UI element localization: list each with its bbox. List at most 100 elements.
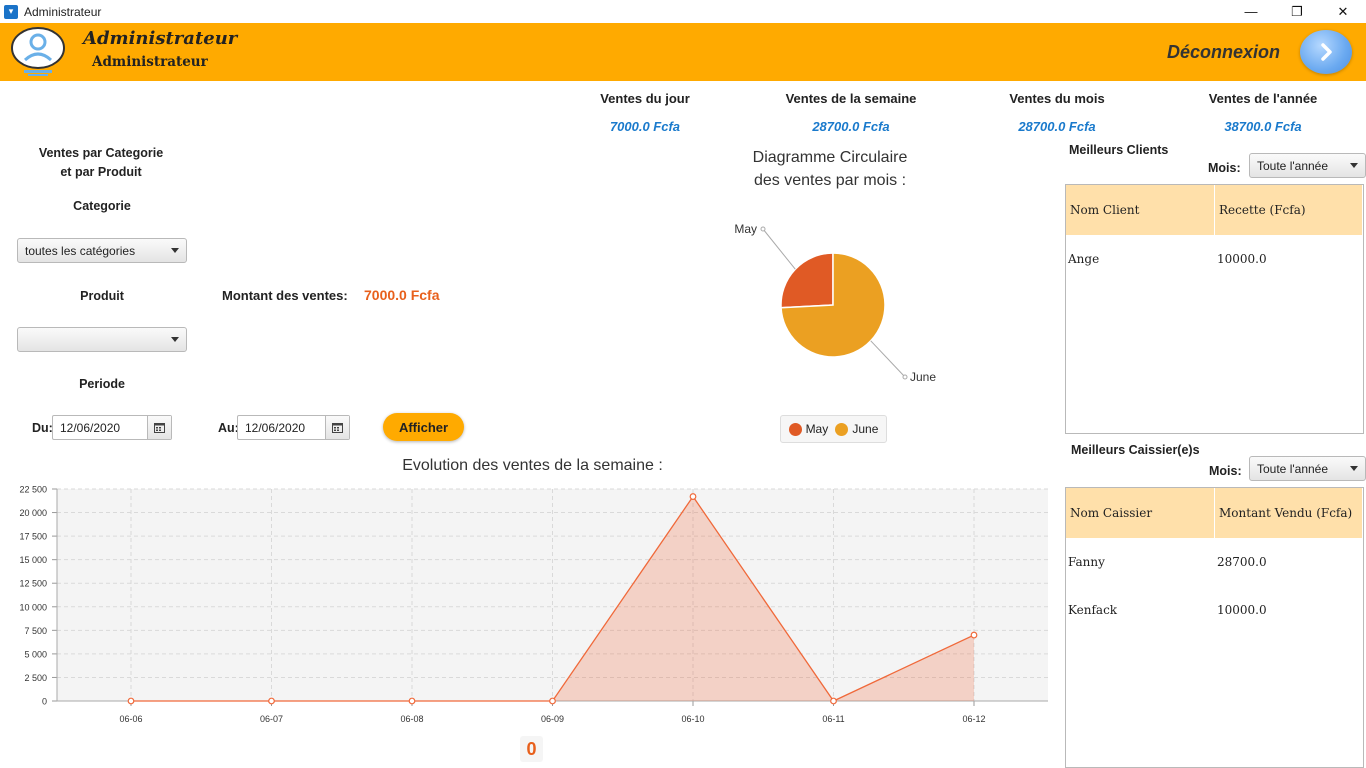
area-chart: 0 2 500 5 000 7 500 10 000 12 500 15 000 17 500… (19, 485, 1048, 724)
table-header: Nom Caissier Montant Vendu (Fcfa) (1066, 488, 1363, 538)
stat-value: 28700.0 Fcfa (812, 119, 890, 134)
logout-button[interactable] (1300, 30, 1352, 74)
du-date-picker[interactable]: 12/06/2020 (52, 415, 172, 440)
categorie-select[interactable]: toutes les catégories (17, 238, 187, 263)
afficher-button[interactable]: Afficher (383, 413, 464, 441)
table-cell: 10000.0 (1217, 252, 1267, 266)
cashiers-mois-label: Mois: (1209, 464, 1242, 478)
stat-label: Ventes de la semaine (785, 91, 917, 106)
area-chart-title: Evolution des ventes de la semaine : (402, 457, 663, 474)
au-date-value[interactable]: 12/06/2020 (238, 421, 325, 435)
column-header[interactable]: Nom Caissier (1066, 488, 1215, 538)
stat-label: Ventes du jour (600, 91, 690, 106)
legend-label: May (805, 422, 829, 436)
y-tick-label: 7 500 (24, 626, 47, 636)
table-cell: Ange (1068, 252, 1100, 266)
user-avatar-icon (10, 26, 66, 76)
filter-title-line-1: Ventes par Categorie (38, 146, 164, 160)
data-point[interactable] (970, 631, 978, 639)
best-clients-title: Meilleurs Clients (1069, 143, 1169, 157)
x-tick-label: 06-11 (822, 714, 844, 724)
column-header[interactable]: Montant Vendu (Fcfa) (1215, 488, 1363, 538)
pie-label-may: May (734, 222, 757, 236)
stat-value: 7000.0 Fcfa (609, 119, 681, 134)
montant-value: 7000.0 Fcfa (364, 287, 440, 303)
logout-label[interactable]: Déconnexion (1167, 42, 1280, 63)
au-date-picker[interactable]: 12/06/2020 (237, 415, 350, 440)
pie-label-june: June (910, 370, 936, 384)
table-row[interactable]: Fanny 28700.0 (1066, 538, 1363, 586)
periode-label: Periode (79, 377, 125, 391)
chevron-down-icon (171, 337, 179, 342)
maximize-button[interactable]: ❐ (1274, 0, 1320, 23)
au-label: Au: (218, 421, 239, 435)
chevron-down-icon (171, 248, 179, 253)
produit-select[interactable] (17, 327, 187, 352)
minimize-button[interactable]: — (1228, 0, 1274, 23)
counter-badge: 0 (520, 736, 543, 762)
clients-mois-value: Toute l'année (1257, 158, 1329, 173)
produit-label: Produit (80, 289, 124, 303)
stat-value: 28700.0 Fcfa (1018, 119, 1096, 134)
montant-label: Montant des ventes: (222, 288, 348, 303)
pie-title-line-1: Diagramme Circulaire (752, 149, 908, 166)
table-cell: Kenfack (1068, 603, 1118, 617)
data-point[interactable] (408, 697, 416, 705)
chevron-down-icon (1350, 466, 1358, 471)
pie-label-dot (902, 374, 908, 380)
stat-ventes-annee: Ventes de l'année 38700.0 Fcfa (1173, 91, 1353, 134)
data-point[interactable] (830, 697, 837, 705)
cashiers-mois-value: Toute l'année (1257, 461, 1329, 476)
pie-legend: May June (780, 415, 887, 443)
stat-ventes-mois: Ventes du mois 28700.0 Fcfa (967, 91, 1147, 134)
data-point[interactable] (689, 493, 697, 500)
pie-chart: May June (734, 222, 936, 384)
stat-value: 38700.0 Fcfa (1224, 119, 1302, 134)
best-cashiers-table: Nom Caissier Montant Vendu (Fcfa) Fanny … (1065, 487, 1364, 768)
x-tick-label: 06-12 (962, 714, 985, 724)
chevron-right-icon (1321, 43, 1332, 61)
legend-swatch (788, 422, 802, 436)
stat-ventes-jour: Ventes du jour 7000.0 Fcfa (555, 91, 735, 134)
stat-label: Ventes de l'année (1208, 91, 1318, 106)
y-tick-label: 10 000 (19, 602, 47, 612)
best-clients-table: Nom Client Recette (Fcfa) Ange 10000.0 (1065, 184, 1364, 434)
stat-label: Ventes du mois (1009, 91, 1105, 106)
window-titlebar: ▾ Administrateur — ❐ ✕ (0, 0, 1366, 23)
cashiers-mois-select[interactable]: Toute l'année (1249, 456, 1366, 481)
y-tick-label: 15 000 (19, 555, 47, 565)
y-tick-label: 22 500 (19, 485, 47, 495)
du-date-value[interactable]: 12/06/2020 (53, 421, 147, 435)
pie-title-line-2: des ventes par mois : (753, 172, 907, 189)
y-tick-label: 2 500 (24, 673, 47, 683)
calendar-icon[interactable] (325, 416, 349, 439)
categorie-select-value: toutes les catégories (25, 243, 136, 258)
legend-label: June (852, 422, 879, 436)
close-button[interactable]: ✕ (1320, 0, 1366, 23)
app-icon: ▾ (4, 4, 18, 19)
data-point[interactable] (268, 697, 275, 705)
pie-label-dot (760, 226, 766, 232)
calendar-icon[interactable] (147, 416, 171, 439)
user-role: Administrateur (92, 54, 208, 70)
y-tick-label: 5 000 (24, 649, 47, 659)
filter-title-line-2: et par Produit (60, 165, 142, 179)
clients-mois-select[interactable]: Toute l'année (1249, 153, 1366, 178)
table-cell: Fanny (1068, 555, 1105, 569)
column-header[interactable]: Nom Client (1066, 185, 1215, 235)
pie-label-line (762, 228, 796, 270)
categorie-label: Categorie (73, 199, 131, 213)
data-point[interactable] (549, 697, 556, 705)
user-name: Administrateur (83, 28, 238, 49)
x-tick-label: 06-08 (400, 714, 423, 724)
best-cashiers-title: Meilleurs Caissier(e)s (1071, 443, 1200, 457)
chevron-down-icon (1350, 163, 1358, 168)
table-header: Nom Client Recette (Fcfa) (1066, 185, 1363, 235)
legend-swatch (835, 422, 849, 436)
column-header[interactable]: Recette (Fcfa) (1215, 185, 1363, 235)
table-row[interactable]: Ange 10000.0 (1066, 235, 1363, 283)
du-label: Du: (32, 421, 53, 435)
y-tick-label: 20 000 (19, 508, 47, 518)
table-row[interactable]: Kenfack 10000.0 (1066, 586, 1363, 634)
data-point[interactable] (127, 697, 135, 705)
